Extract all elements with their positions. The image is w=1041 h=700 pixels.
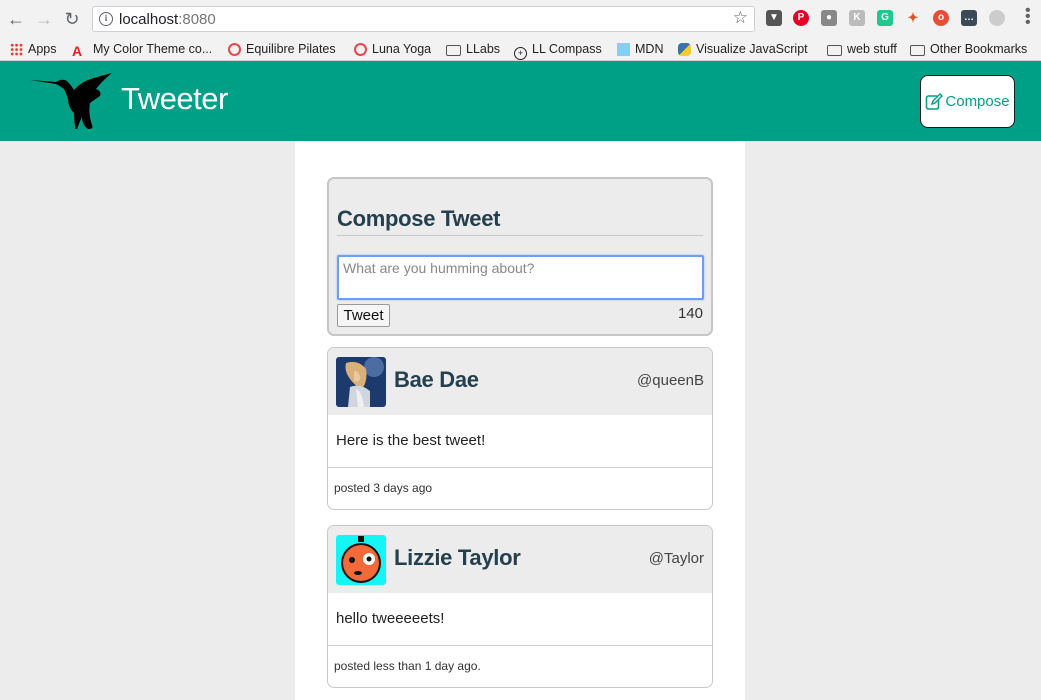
tweet-timestamp: posted 3 days ago xyxy=(334,481,433,495)
compass-icon: + xyxy=(514,47,527,60)
bookmark-llabs[interactable]: LLabs xyxy=(446,40,500,58)
tweet-author-handle: @queenB xyxy=(637,372,704,389)
bookmark-ll-compass[interactable]: + LL Compass xyxy=(514,40,602,60)
divider xyxy=(328,645,712,646)
python-icon xyxy=(678,43,691,56)
forward-arrow-icon[interactable]: → xyxy=(34,9,54,29)
bookmark-visualize-javascript[interactable]: Visualize JavaScript xyxy=(678,40,808,58)
info-icon[interactable]: i xyxy=(99,12,113,26)
folder-icon xyxy=(910,45,925,56)
pinterest-icon[interactable]: P xyxy=(793,10,809,26)
singer-avatar-image xyxy=(336,357,386,407)
grammarly-icon[interactable]: G xyxy=(877,10,893,26)
camera-icon[interactable]: ● xyxy=(821,10,837,26)
bookmark-equilibre-pilates[interactable]: Equilibre Pilates xyxy=(228,40,336,58)
tweet-text: hello tweeeeets! xyxy=(336,610,445,627)
apps-grid-icon xyxy=(10,43,23,56)
brand-title: Tweeter xyxy=(121,81,228,116)
opera-ring-icon xyxy=(228,43,241,56)
bookmark-star-icon[interactable]: ☆ xyxy=(733,8,748,28)
tweet-card: Bae Dae @queenB Here is the best tweet! … xyxy=(327,347,713,510)
bookmark-color-theme[interactable]: A My Color Theme co... xyxy=(72,40,212,58)
avatar xyxy=(336,357,386,407)
main-content: Compose Tweet Tweet 140 Bae Dae @queenB … xyxy=(295,141,745,700)
app-header: Tweeter Compose xyxy=(0,61,1041,141)
edit-icon xyxy=(926,92,944,110)
adobe-icon: A xyxy=(72,43,83,59)
address-bar[interactable]: i localhost:8080 ☆ xyxy=(92,6,755,32)
address-url[interactable]: localhost:8080 xyxy=(119,11,216,28)
back-arrow-icon[interactable]: ← xyxy=(6,9,26,29)
extension-off-icon[interactable]: o xyxy=(933,10,949,26)
bookmark-luna-yoga[interactable]: Luna Yoga xyxy=(354,40,431,58)
robot-avatar-image xyxy=(336,535,386,585)
reload-icon[interactable]: ↻ xyxy=(62,9,82,29)
extension-dots-icon[interactable]: … xyxy=(961,10,977,26)
bookmark-web-stuff[interactable]: web stuff xyxy=(827,40,897,58)
compose-tweet-card: Compose Tweet Tweet 140 xyxy=(327,177,713,336)
compose-title: Compose Tweet xyxy=(337,206,501,231)
tweet-header: Lizzie Taylor @Taylor xyxy=(328,526,712,593)
pocket-icon[interactable]: ▼ xyxy=(766,10,782,26)
bookmarks-bar: Apps A My Color Theme co... Equilibre Pil… xyxy=(0,37,1041,61)
browser-menu-icon[interactable]: • • • xyxy=(1025,3,1031,31)
extension-k-icon[interactable]: K xyxy=(849,10,865,26)
tweet-author-name: Lizzie Taylor xyxy=(394,545,521,570)
folder-icon xyxy=(446,45,461,56)
tweet-timestamp: posted less than 1 day ago. xyxy=(334,659,481,673)
tweet-author-handle: @Taylor xyxy=(648,550,704,567)
folder-icon xyxy=(827,45,842,56)
tweet-author-name: Bae Dae xyxy=(394,367,479,392)
character-counter: 140 xyxy=(677,305,703,322)
tweet-textarea[interactable] xyxy=(337,255,704,300)
hummingbird-logo-icon xyxy=(30,73,112,129)
avatar xyxy=(336,535,386,585)
bookmark-mdn[interactable]: MDN xyxy=(617,40,663,58)
tweet-button[interactable]: Tweet xyxy=(337,304,390,327)
divider xyxy=(328,467,712,468)
compose-button-label: Compose xyxy=(945,93,1010,110)
bookmark-other-bookmarks[interactable]: Other Bookmarks xyxy=(910,40,1027,58)
browser-toolbar: ← → ↻ i localhost:8080 ☆ ▼ P ● K G ✦ o …… xyxy=(0,0,1041,37)
tweet-card: Lizzie Taylor @Taylor hello tweeeeets! p… xyxy=(327,525,713,688)
divider xyxy=(337,235,703,236)
opera-ring-icon xyxy=(354,43,367,56)
tweet-header: Bae Dae @queenB xyxy=(328,348,712,415)
mdn-icon xyxy=(617,43,630,56)
bookmark-apps[interactable]: Apps xyxy=(10,40,57,58)
color-picker-icon[interactable]: ✦ xyxy=(905,10,921,26)
compose-button[interactable]: Compose xyxy=(920,75,1015,128)
tweet-text: Here is the best tweet! xyxy=(336,432,486,449)
extension-grey-icon[interactable] xyxy=(989,10,1005,26)
